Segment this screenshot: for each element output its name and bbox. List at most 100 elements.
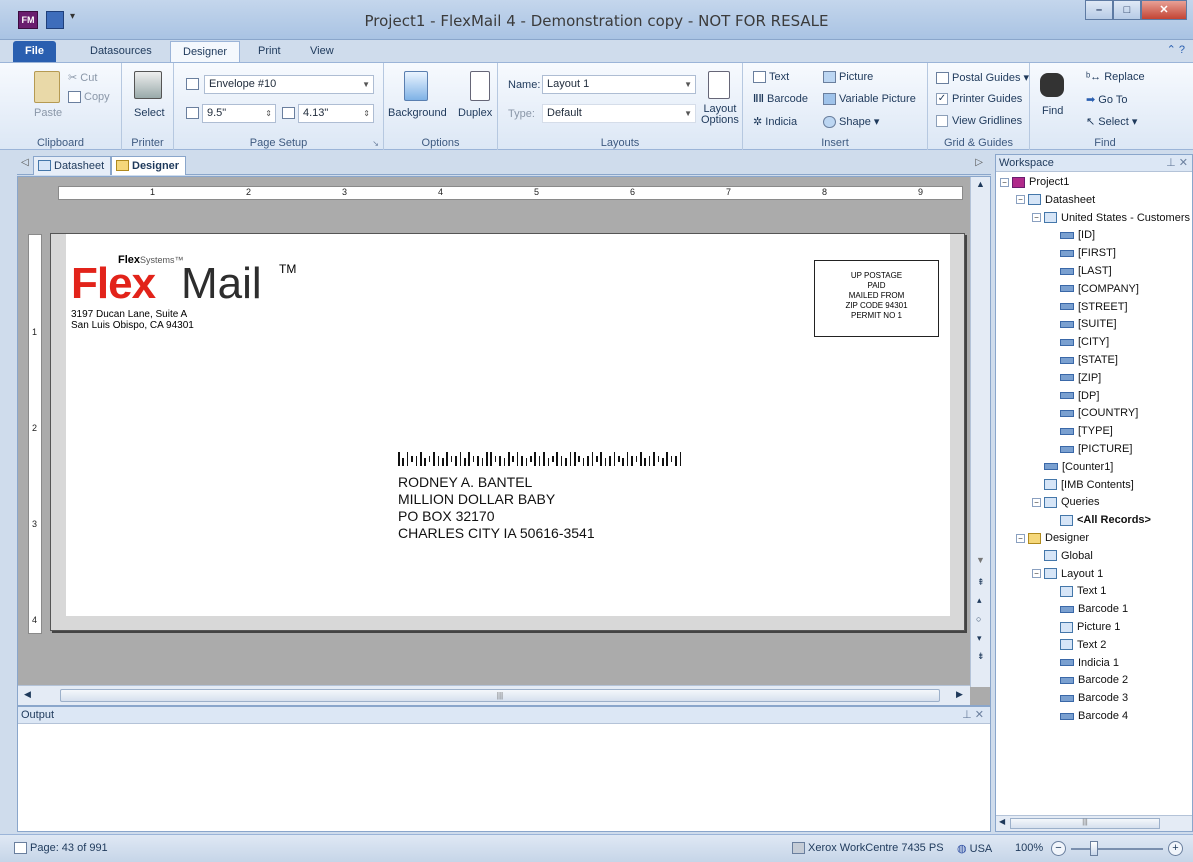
background-button[interactable]: Background [388, 107, 447, 119]
tab-print[interactable]: Print [246, 41, 293, 62]
insert-shape-button[interactable]: Shape ▾ [823, 115, 879, 129]
tree-node[interactable]: [FIRST] [1060, 245, 1116, 262]
previous-page-icon[interactable]: ⇞ [977, 577, 985, 588]
tree-node[interactable]: [LAST] [1060, 263, 1112, 280]
tree-node[interactable]: [ID] [1060, 227, 1095, 244]
page-indicator[interactable]: Page: 43 of 991 [14, 842, 108, 855]
maximize-button[interactable]: □ [1113, 0, 1141, 20]
postal-guides-button[interactable]: Postal Guides ▾ [936, 71, 1029, 85]
tabs-scroll-left-icon[interactable]: ◁ [21, 157, 29, 168]
find-button[interactable]: Find [1042, 105, 1063, 117]
return-address[interactable]: 3197 Ducan Lane, Suite A San Luis Obispo… [71, 309, 194, 331]
tree-node[interactable]: − Layout 1 [1032, 566, 1103, 583]
imb-barcode[interactable] [398, 452, 688, 466]
ws-scroll-thumb[interactable]: ||| [1010, 818, 1160, 829]
canvas-horizontal-scrollbar[interactable]: ◀ ||| ▶ [18, 685, 970, 705]
canvas-vertical-scrollbar[interactable]: ▲ ▼ ⇞ ▴ ○ ▾ ⇟ [970, 177, 990, 687]
tree-node[interactable]: − Designer [1016, 530, 1089, 547]
tab-designer[interactable]: Designer [170, 41, 241, 62]
tree-node[interactable]: <All Records> [1060, 512, 1151, 529]
scroll-left-icon[interactable]: ◀ [24, 689, 31, 700]
horizontal-scroll-thumb[interactable]: ||| [60, 689, 940, 702]
insert-barcode-button[interactable]: ‖‖ Barcode [753, 93, 808, 105]
tree-node[interactable]: Barcode 1 [1060, 601, 1128, 618]
envelope-select[interactable]: Envelope #10 ▼ [204, 75, 374, 94]
previous-object-icon[interactable]: ▴ [977, 595, 982, 606]
tree-collapse-icon[interactable]: − [1000, 177, 1009, 187]
paste-button[interactable]: Paste [34, 107, 62, 119]
tab-designer-doc[interactable]: Designer [111, 156, 187, 175]
tree-node[interactable]: − Project1 [1000, 174, 1069, 191]
tree-node[interactable]: [DP] [1060, 388, 1099, 405]
tree-collapse-icon[interactable]: − [1032, 569, 1041, 579]
tree-node[interactable]: [PICTURE] [1060, 441, 1132, 458]
tree-node[interactable]: [SUITE] [1060, 316, 1117, 333]
minimize-button[interactable]: – [1085, 0, 1113, 20]
close-button[interactable]: ✕ [1141, 0, 1187, 20]
scroll-right-icon[interactable]: ▶ [956, 689, 963, 700]
tree-node[interactable]: [STATE] [1060, 352, 1118, 369]
insert-indicia-button[interactable]: ✲ Indicia [753, 115, 797, 128]
tabs-scroll-right-icon[interactable]: ▷ [975, 157, 983, 168]
tree-node[interactable]: Text 2 [1060, 637, 1106, 654]
postage-indicia[interactable]: UP POSTAGE PAID MAILED FROM ZIP CODE 943… [814, 260, 939, 337]
cut-button[interactable]: ✂ Cut [68, 71, 97, 84]
next-page-icon[interactable]: ⇟ [977, 651, 985, 662]
zoom-out-button[interactable]: − [1051, 841, 1066, 856]
duplex-button[interactable]: Duplex [458, 107, 492, 119]
view-gridlines-checkbox[interactable]: View Gridlines [936, 115, 1022, 128]
tree-node[interactable]: [CITY] [1060, 334, 1109, 351]
tree-node[interactable]: [COMPANY] [1060, 281, 1139, 298]
tree-node[interactable]: Global [1044, 548, 1093, 565]
zoom-in-button[interactable]: + [1168, 841, 1183, 856]
tree-node[interactable]: [TYPE] [1060, 423, 1113, 440]
ws-scroll-left-icon[interactable]: ◀ [999, 817, 1005, 826]
goto-button[interactable]: ➡ Go To [1086, 93, 1127, 106]
tree-collapse-icon[interactable]: − [1032, 497, 1041, 507]
select-printer-button[interactable]: Select [134, 107, 165, 119]
output-pin-close-icons[interactable]: ⊥ ✕ [962, 707, 984, 723]
tree-node[interactable]: Text 1 [1060, 583, 1106, 600]
workspace-pin-close-icons[interactable]: ⊥ ✕ [1166, 155, 1188, 171]
help-icon[interactable]: ⌃ ? [1167, 43, 1185, 56]
tab-datasheet[interactable]: Datasheet [33, 156, 112, 175]
printer-guides-checkbox[interactable]: ✓ Printer Guides [936, 93, 1022, 106]
tree-node[interactable]: [STREET] [1060, 299, 1128, 316]
tree-node[interactable]: [COUNTRY] [1060, 405, 1138, 422]
locale-status[interactable]: ◍ USA [957, 842, 992, 855]
zoom-slider-knob[interactable] [1090, 841, 1098, 856]
replace-button[interactable]: ᵇ↔ Replace [1086, 71, 1145, 83]
tree-node[interactable]: Barcode 2 [1060, 672, 1128, 689]
insert-text-button[interactable]: Text [753, 71, 789, 84]
logo-flex[interactable]: Flex [71, 262, 156, 306]
next-object-icon[interactable]: ▾ [977, 633, 982, 644]
envelope-face[interactable]: FlexSystems™ Flex Mail TM 3197 Ducan Lan… [66, 234, 950, 616]
tree-node[interactable]: [Counter1] [1044, 459, 1113, 476]
tree-collapse-icon[interactable]: − [1016, 533, 1025, 543]
copy-button[interactable]: Copy [68, 91, 110, 104]
tree-node[interactable]: Picture 1 [1060, 619, 1120, 636]
layout-options-button[interactable]: Layout Options [701, 104, 739, 126]
select-browse-object-icon[interactable]: ○ [976, 614, 981, 624]
zoom-level[interactable]: 100% [1015, 842, 1043, 854]
insert-picture-button[interactable]: Picture [823, 71, 873, 84]
tree-node[interactable]: − Queries [1032, 494, 1100, 511]
tree-collapse-icon[interactable]: − [1016, 195, 1025, 205]
select-button[interactable]: ↖ Select ▾ [1086, 115, 1137, 128]
scroll-up-icon[interactable]: ▲ [976, 179, 985, 189]
workspace-horizontal-scrollbar[interactable]: ◀ ||| [996, 815, 1192, 831]
tab-view[interactable]: View [298, 41, 346, 62]
tree-node[interactable]: − Datasheet [1016, 192, 1095, 209]
scroll-down-icon[interactable]: ▼ [976, 555, 985, 565]
tree-node[interactable]: Barcode 3 [1060, 690, 1128, 707]
tab-datasources[interactable]: Datasources [78, 41, 164, 62]
page-setup-launcher-icon[interactable]: ↘ [372, 139, 379, 148]
tree-node[interactable]: [ZIP] [1060, 370, 1101, 387]
zoom-slider[interactable] [1071, 848, 1163, 850]
logo-mail[interactable]: Mail [181, 262, 262, 306]
tree-node[interactable]: − United States - Customers [1032, 210, 1190, 227]
recipient-address[interactable]: RODNEY A. BANTEL MILLION DOLLAR BABY PO … [398, 474, 595, 542]
design-canvas[interactable]: 1 2 3 4 5 6 7 8 9 1 2 3 4 FlexSystems™ F… [17, 176, 991, 706]
layout-name-select[interactable]: Layout 1 ▼ [542, 75, 696, 94]
insert-variable-picture-button[interactable]: Variable Picture [823, 93, 916, 106]
